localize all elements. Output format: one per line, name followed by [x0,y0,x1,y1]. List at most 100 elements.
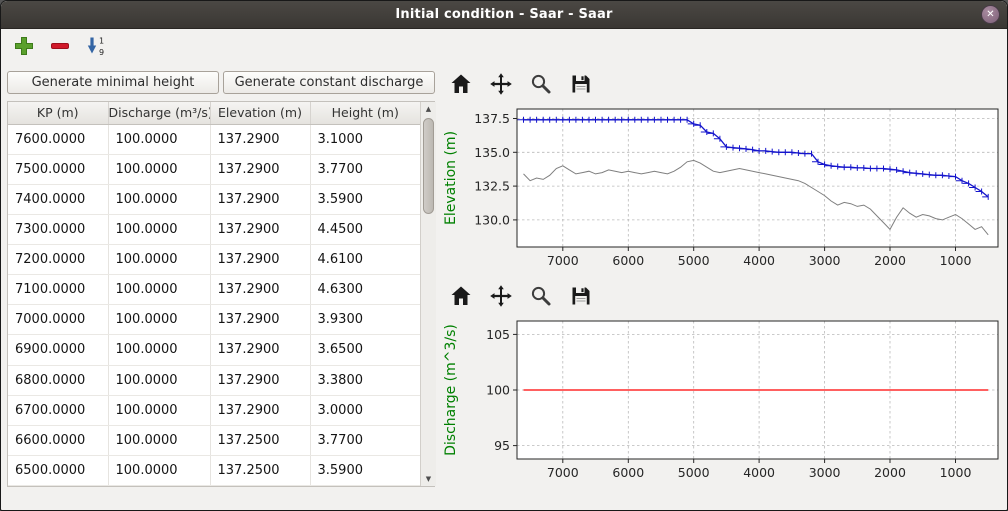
svg-text:105: 105 [486,327,510,342]
table-cell[interactable]: 3.6500 [310,335,420,365]
elevation-plot[interactable]: 7000600050004000300020001000130.0132.513… [439,101,1004,273]
table-cell[interactable]: 3.0000 [310,395,420,425]
scroll-up-arrow-icon[interactable]: ▲ [421,102,436,116]
table-cell[interactable]: 7000.0000 [8,305,108,335]
table-cell[interactable]: 7200.0000 [8,245,108,275]
table-cell[interactable]: 137.2900 [210,245,310,275]
table-cell[interactable]: 100.0000 [108,335,210,365]
scrollbar-thumb[interactable] [423,118,434,214]
column-header[interactable]: Discharge (m³/s) [108,102,210,124]
table-cell[interactable]: 100.0000 [108,214,210,244]
sort-digit-bottom: 9 [99,48,104,57]
table-row[interactable]: 6800.0000100.0000137.29003.3800 [8,365,420,395]
window-title: Initial condition - Saar - Saar [395,7,612,22]
table-cell[interactable]: 4.6300 [310,275,420,305]
content-area: Generate minimal height Generate constan… [1,63,1007,510]
generate-buttons-row: Generate minimal height Generate constan… [7,71,435,94]
table-row[interactable]: 7600.0000100.0000137.29003.1000 [8,124,420,154]
svg-text:130.0: 130.0 [474,212,510,227]
table-cell[interactable]: 137.2900 [210,124,310,154]
table-row[interactable]: 7400.0000100.0000137.29003.5900 [8,184,420,214]
table-cell[interactable]: 100.0000 [108,245,210,275]
sort-rows-icon[interactable]: 1 9 [85,35,107,57]
table-cell[interactable]: 100.0000 [108,305,210,335]
svg-text:2000: 2000 [874,465,906,480]
table-row[interactable]: 7200.0000100.0000137.29004.6100 [8,245,420,275]
table-cell[interactable]: 100.0000 [108,455,210,485]
zoom-icon[interactable] [529,284,553,308]
table-cell[interactable]: 4.4500 [310,214,420,244]
save-icon[interactable] [569,72,593,96]
table-cell[interactable]: 100.0000 [108,425,210,455]
pan-icon[interactable] [489,72,513,96]
table-cell[interactable]: 3.1000 [310,124,420,154]
table-cell[interactable]: 3.3800 [310,365,420,395]
table-cell[interactable]: 7300.0000 [8,214,108,244]
svg-text:4000: 4000 [743,465,775,480]
table-cell[interactable]: 137.2500 [210,455,310,485]
add-row-icon[interactable] [13,35,35,57]
table-cell[interactable]: 137.2900 [210,395,310,425]
table-cell[interactable]: 100.0000 [108,184,210,214]
home-icon[interactable] [449,284,473,308]
table-cell[interactable]: 7500.0000 [8,154,108,184]
table-cell[interactable]: 137.2900 [210,335,310,365]
table-cell[interactable]: 6500.0000 [8,455,108,485]
table-cell[interactable]: 6600.0000 [8,425,108,455]
table-cell[interactable]: 4.6100 [310,245,420,275]
table-cell[interactable]: 137.2900 [210,305,310,335]
generate-constant-discharge-button[interactable]: Generate constant discharge [223,71,435,94]
table-row[interactable]: 7000.0000100.0000137.29003.9300 [8,305,420,335]
svg-text:2000: 2000 [874,253,906,268]
table-cell[interactable]: 3.5900 [310,184,420,214]
table-cell[interactable]: 137.2900 [210,275,310,305]
initial-condition-table: KP (m)Discharge (m³/s)Elevation (m)Heigh… [7,101,435,487]
table-row[interactable]: 6900.0000100.0000137.29003.6500 [8,335,420,365]
save-icon[interactable] [569,284,593,308]
table-cell[interactable]: 3.9300 [310,305,420,335]
elevation-plot-toolbar [439,67,1007,101]
right-panel: 7000600050004000300020001000130.0132.513… [437,63,1007,510]
table-row[interactable]: 7300.0000100.0000137.29004.4500 [8,214,420,244]
table-cell[interactable]: 100.0000 [108,365,210,395]
scroll-down-arrow-icon[interactable]: ▼ [421,472,436,486]
home-icon[interactable] [449,72,473,96]
column-header[interactable]: Height (m) [310,102,420,124]
remove-row-icon[interactable] [49,35,71,57]
table-cell[interactable]: 6700.0000 [8,395,108,425]
table-cell[interactable]: 100.0000 [108,395,210,425]
table-cell[interactable]: 137.2900 [210,365,310,395]
table-row[interactable]: 6500.0000100.0000137.25003.5900 [8,455,420,485]
generate-minimal-height-button[interactable]: Generate minimal height [7,71,219,94]
table-cell[interactable]: 3.5900 [310,455,420,485]
table-row[interactable]: 7100.0000100.0000137.29004.6300 [8,275,420,305]
table-cell[interactable]: 137.2500 [210,425,310,455]
table-cell[interactable]: 100.0000 [108,124,210,154]
table-row[interactable]: 6700.0000100.0000137.29003.0000 [8,395,420,425]
table-cell[interactable]: 3.7700 [310,154,420,184]
column-header[interactable]: Elevation (m) [210,102,310,124]
table-row[interactable]: 7500.0000100.0000137.29003.7700 [8,154,420,184]
table-cell[interactable]: 6800.0000 [8,365,108,395]
table-cell[interactable]: 100.0000 [108,154,210,184]
titlebar[interactable]: Initial condition - Saar - Saar ✕ [1,1,1007,29]
table-cell[interactable]: 100.0000 [108,275,210,305]
table-cell[interactable]: 7100.0000 [8,275,108,305]
table-cell[interactable]: 3.7700 [310,425,420,455]
pan-icon[interactable] [489,284,513,308]
table-cell[interactable]: 7400.0000 [8,184,108,214]
table-row[interactable]: 6600.0000100.0000137.25003.7700 [8,425,420,455]
sort-digit-top: 1 [99,37,104,46]
close-button[interactable]: ✕ [981,5,1000,24]
table-cell[interactable]: 137.2900 [210,184,310,214]
column-header[interactable]: KP (m) [8,102,108,124]
svg-text:6000: 6000 [612,465,644,480]
left-panel: Generate minimal height Generate constan… [1,63,437,510]
table-cell[interactable]: 6900.0000 [8,335,108,365]
table-cell[interactable]: 137.2900 [210,154,310,184]
zoom-icon[interactable] [529,72,553,96]
table-cell[interactable]: 137.2900 [210,214,310,244]
table-cell[interactable]: 7600.0000 [8,124,108,154]
discharge-plot[interactable]: 700060005000400030002000100095100105Disc… [439,313,1004,485]
table-scrollbar[interactable]: ▲ ▼ [420,102,436,486]
